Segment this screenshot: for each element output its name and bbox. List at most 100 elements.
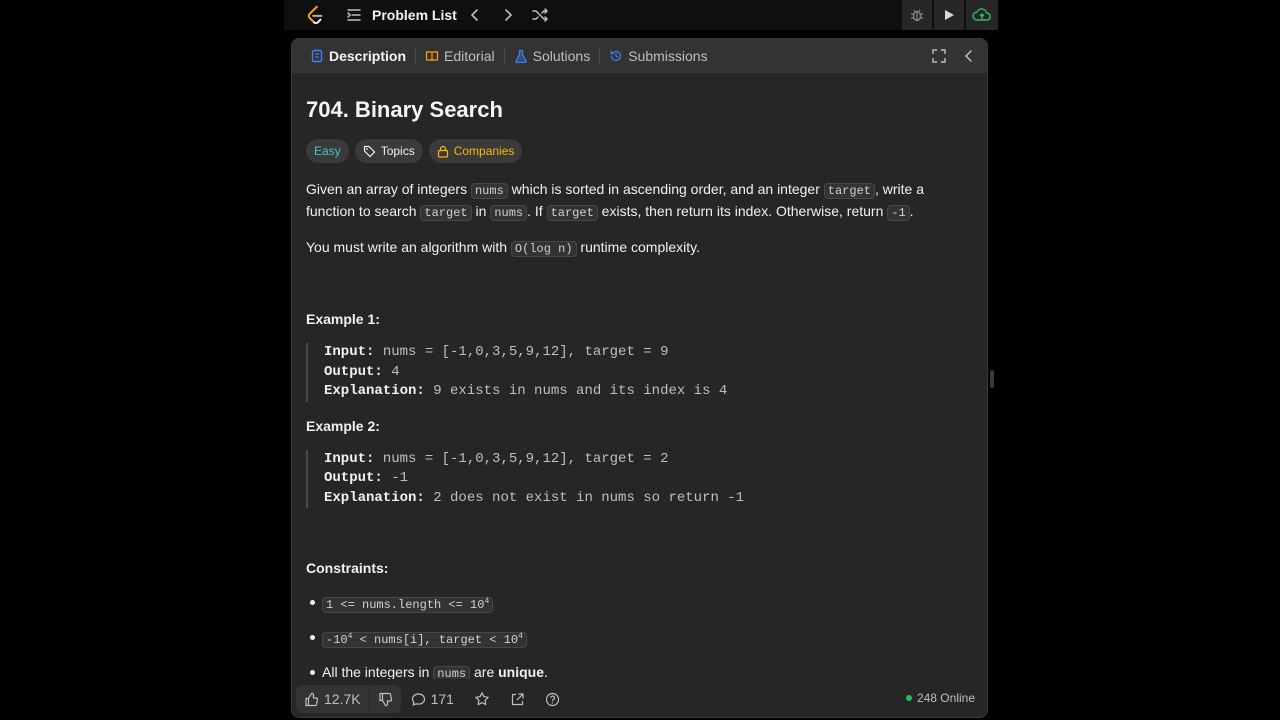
problem-list-icon[interactable] [346, 7, 362, 23]
document-icon [311, 49, 323, 63]
bold-text: unique [498, 664, 545, 679]
online-label: 248 Online [916, 691, 975, 705]
inline-code: target [823, 183, 875, 199]
dislike-button[interactable] [368, 685, 401, 713]
like-button[interactable]: 12.7K [296, 691, 369, 707]
history-icon [610, 50, 622, 62]
tab-divider [503, 49, 505, 63]
topics-label: Topics [380, 144, 415, 158]
topics-button[interactable]: Topics [354, 139, 423, 163]
example-input: Input: nums = [-1,0,3,5,9,12], target = … [324, 450, 973, 470]
share-button[interactable] [510, 692, 525, 707]
code-text: -10 [326, 633, 348, 647]
external-link-icon [511, 692, 524, 705]
comments-button[interactable]: 171 [411, 691, 454, 707]
play-icon [945, 10, 954, 20]
question-icon [545, 692, 560, 706]
explanation-label: Explanation: [324, 489, 425, 506]
tab-description-label: Description [329, 48, 407, 64]
inline-code: -1 [887, 205, 910, 221]
desc-text: You must write an algorithm with [306, 239, 511, 255]
inline-code: target [546, 205, 598, 221]
inline-code: target [420, 205, 472, 221]
constraints-list: 1 <= nums.length <= 104 -104 < nums[i], … [306, 592, 973, 679]
problem-list-link[interactable]: Problem List [372, 7, 457, 23]
desc-text: which is sorted in ascending order, and … [507, 181, 824, 197]
top-nav-bar: Problem List [284, 0, 998, 30]
problem-badges: Easy Topics Companies [306, 139, 973, 163]
explanation-value: 9 exists in nums and its index is 4 [424, 383, 728, 399]
run-button[interactable] [934, 0, 964, 30]
problem-content: 704. Binary Search Easy Topics Companies [292, 73, 987, 679]
panel-actions [931, 48, 977, 64]
thumbs-down-icon [378, 692, 392, 706]
tab-submissions[interactable]: Submissions [603, 48, 713, 64]
desc-text: . [909, 203, 914, 219]
input-label: Input: [324, 450, 375, 467]
complexity-requirement: You must write an algorithm with O(log n… [306, 237, 946, 259]
chevron-right-icon[interactable] [498, 5, 518, 25]
constraints-title: Constraints: [306, 560, 389, 576]
output-label: Output: [324, 363, 383, 380]
online-status-dot [905, 695, 912, 701]
list-item: -104 < nums[i], target < 104 [306, 627, 973, 650]
example-1-block: Input: nums = [-1,0,3,5,9,12], target = … [306, 343, 973, 402]
tab-submissions-label: Submissions [628, 48, 708, 64]
code-text: 1 <= nums.length <= 10 [326, 598, 485, 612]
panel-tabs: Description Editorial Solutions Submissi… [292, 39, 987, 73]
chevron-left-icon[interactable] [465, 5, 485, 25]
tab-editorial[interactable]: Editorial [419, 48, 501, 64]
like-count: 12.7K [324, 691, 361, 707]
companies-label: Companies [453, 144, 515, 158]
companies-button[interactable]: Companies [428, 139, 523, 163]
submit-button[interactable] [966, 0, 998, 30]
example-output: Output: 4 [324, 363, 973, 383]
lock-icon [437, 145, 448, 158]
book-icon [425, 51, 439, 62]
desc-text: All the integers in [322, 664, 434, 679]
tab-solutions-label: Solutions [532, 48, 591, 64]
superscript: 4 [518, 632, 523, 641]
input-value: nums = [-1,0,3,5,9,12], target = 2 [374, 450, 669, 467]
list-item: 1 <= nums.length <= 104 [306, 592, 973, 615]
debug-button[interactable] [902, 0, 932, 30]
comment-count: 171 [430, 691, 454, 707]
output-value: -1 [382, 470, 409, 486]
leetcode-logo-icon[interactable] [304, 4, 326, 26]
inline-code: -104 < nums[i], target < 104 [322, 632, 527, 648]
output-value: 4 [382, 363, 400, 380]
example-2-block: Input: nums = [-1,0,3,5,9,12], target = … [306, 449, 973, 508]
example-output: Output: -1 [324, 469, 973, 489]
tab-solutions[interactable]: Solutions [508, 48, 597, 64]
explanation-label: Explanation: [324, 383, 425, 399]
desc-text: in [471, 203, 491, 219]
example-2-title: Example 2: [306, 417, 380, 434]
fullscreen-icon[interactable] [931, 48, 947, 64]
desc-text: . If [527, 203, 547, 219]
inline-code: nums [490, 205, 528, 221]
desc-text: Given an array of integers [306, 181, 471, 197]
panel-footer: 12.7K 171 248 Online [292, 681, 987, 717]
tab-divider [415, 49, 417, 63]
inline-code: 1 <= nums.length <= 104 [322, 597, 494, 613]
desc-text: exists, then return its index. Otherwise… [597, 203, 888, 219]
desc-text: are [470, 664, 499, 679]
desc-text: . [544, 664, 548, 679]
code-text: < nums[i], target < 10 [352, 633, 519, 647]
example-1-title: Example 1: [306, 311, 380, 327]
collapse-chevron-icon[interactable] [961, 48, 977, 64]
flask-icon [514, 49, 527, 63]
thumbs-up-icon [305, 692, 319, 706]
help-button[interactable] [545, 692, 560, 707]
input-value: nums = [-1,0,3,5,9,12], target = 9 [374, 344, 669, 360]
problem-title[interactable]: 704. Binary Search [306, 97, 973, 123]
panel-resize-handle[interactable] [990, 370, 994, 388]
favorite-button[interactable] [474, 691, 490, 707]
shuffle-icon[interactable] [530, 5, 550, 25]
difficulty-label: Easy [314, 144, 341, 158]
description-panel: Description Editorial Solutions Submissi… [291, 38, 988, 718]
comment-icon [411, 692, 425, 706]
superscript: 4 [484, 597, 490, 606]
tab-description[interactable]: Description [304, 48, 412, 64]
inline-code: O(log n) [510, 241, 577, 257]
